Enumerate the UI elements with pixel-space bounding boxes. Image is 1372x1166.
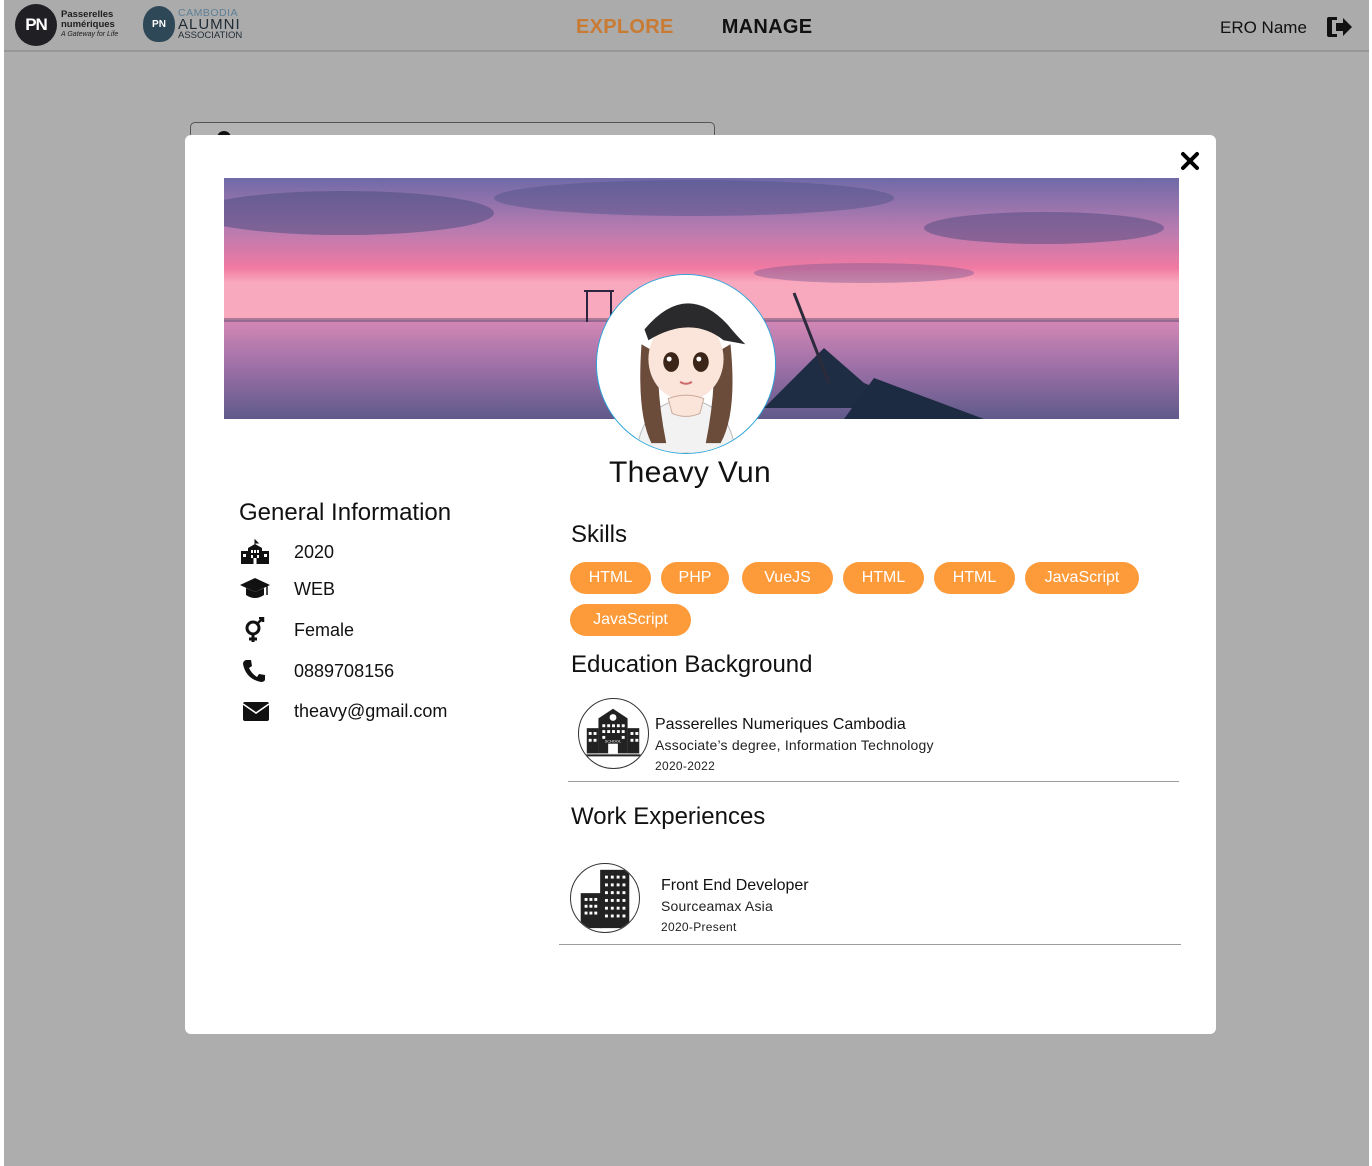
- alumni-logo-badge: PN: [143, 6, 175, 42]
- info-row-email: theavy@gmail.com: [239, 698, 447, 724]
- skill-tag[interactable]: HTML: [843, 562, 924, 594]
- education-period: 2020-2022: [655, 759, 716, 773]
- profile-name: Theavy Vun: [609, 456, 771, 489]
- school-building-icon: [241, 539, 269, 564]
- top-navbar: PN Passerelles numériques A Gateway for …: [4, 0, 1369, 52]
- graduation-cap-icon: [240, 578, 270, 598]
- pn-logo-badge: PN: [15, 4, 57, 46]
- pn-logo-text: Passerelles numériques A Gateway for Lif…: [61, 10, 118, 40]
- work-period: 2020-Present: [661, 920, 737, 934]
- info-batch-value: 2020: [294, 541, 335, 562]
- skill-tag[interactable]: JavaScript: [570, 604, 691, 636]
- pn-logo-tagline: A Gateway for Life: [61, 31, 119, 38]
- sign-out-icon[interactable]: [1326, 15, 1352, 39]
- envelope-icon: [242, 702, 270, 721]
- general-information-title: General Information: [239, 499, 452, 526]
- education-item: SCHOOL Passerelles Numeriques Cambodia A…: [568, 692, 1179, 782]
- info-row-phone: 0889708156: [239, 658, 394, 684]
- general-information-section: General Information 2020 WEB Female 0889…: [239, 499, 539, 721]
- skill-tag[interactable]: PHP: [661, 562, 729, 594]
- work-item: Front End Developer Sourceamax Asia 2020…: [559, 857, 1181, 945]
- education-school: Passerelles Numeriques Cambodia: [655, 716, 906, 733]
- skill-tag[interactable]: HTML: [934, 562, 1015, 594]
- skill-tag[interactable]: JavaScript: [1025, 562, 1139, 594]
- alumni-logo-text: CAMBODIA ALUMNI ASSOCIATION: [178, 7, 243, 41]
- info-phone-value: 0889708156: [294, 660, 395, 681]
- skills-title: Skills: [571, 521, 628, 548]
- skill-tag[interactable]: HTML: [570, 562, 651, 594]
- info-class-value: WEB: [294, 578, 336, 599]
- info-row-batch: 2020: [239, 539, 334, 565]
- alumni-association-logo[interactable]: PN CAMBODIA ALUMNI ASSOCIATION: [143, 6, 242, 42]
- info-row-class: WEB: [239, 576, 335, 602]
- close-icon[interactable]: [1179, 150, 1201, 172]
- alumni-logo-line3: ASSOCIATION: [178, 29, 243, 41]
- school-logo-label: SCHOOL: [605, 739, 622, 744]
- skill-tag[interactable]: VueJS: [742, 562, 833, 594]
- company-building-icon: [570, 863, 640, 933]
- pn-logo[interactable]: PN Passerelles numériques A Gateway for …: [15, 4, 118, 46]
- info-row-gender: Female: [239, 617, 354, 643]
- education-background-title: Education Background: [571, 651, 813, 678]
- profile-modal: Theavy Vun General Information 2020 WEB …: [185, 135, 1216, 1034]
- pn-logo-line2: numériques: [61, 19, 115, 30]
- main-nav: EXPLORE MANAGE: [576, 16, 812, 39]
- nav-explore-link[interactable]: EXPLORE: [576, 16, 674, 39]
- alumni-logo-line2: ALUMNI: [178, 15, 241, 33]
- work-position: Front End Developer: [661, 877, 809, 894]
- info-gender-value: Female: [294, 619, 355, 640]
- education-degree: Associate’s degree, Information Technolo…: [655, 737, 934, 753]
- user-name[interactable]: ERO Name: [1220, 18, 1307, 38]
- avatar: [596, 274, 776, 454]
- nav-manage-link[interactable]: MANAGE: [722, 16, 813, 39]
- work-company: Sourceamax Asia: [661, 898, 773, 914]
- work-experiences-title: Work Experiences: [571, 803, 766, 830]
- phone-icon: [243, 660, 265, 682]
- info-email-value[interactable]: theavy@gmail.com: [294, 701, 447, 722]
- school-logo-icon: SCHOOL: [578, 698, 649, 769]
- gender-icon: [245, 617, 265, 642]
